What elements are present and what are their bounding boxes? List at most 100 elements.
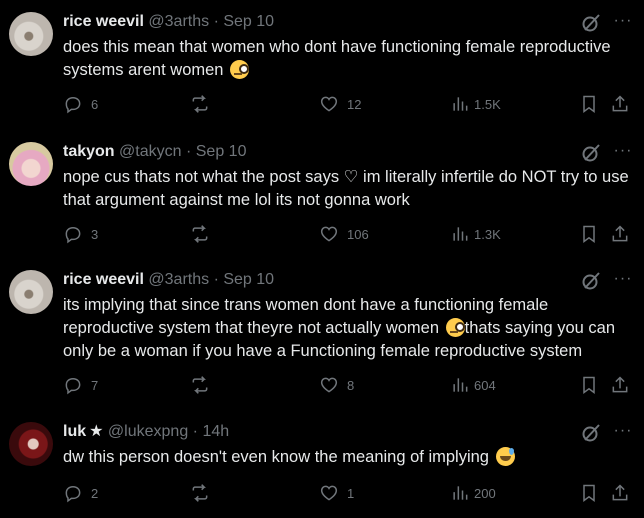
repost-button[interactable]: [190, 223, 218, 245]
bookmark-icon: [583, 376, 595, 394]
bookmark-button[interactable]: [579, 482, 599, 504]
name-badge: ★: [89, 423, 104, 440]
like-count: 8: [347, 377, 355, 393]
avatar[interactable]: [9, 270, 53, 314]
avatar[interactable]: [9, 142, 53, 186]
timestamp[interactable]: Sep 10: [196, 143, 247, 160]
user-handle[interactable]: @lukexpng: [108, 423, 188, 440]
view-count: 1.5K: [474, 96, 501, 112]
separator-dot: ·: [192, 423, 198, 440]
share-button[interactable]: [610, 482, 630, 504]
avatar[interactable]: [9, 12, 53, 56]
like-count: 106: [347, 226, 369, 242]
repost-button[interactable]: [190, 93, 218, 115]
display-name[interactable]: luk: [63, 423, 86, 440]
like-button[interactable]: 106: [319, 223, 369, 245]
views-button[interactable]: 1.5K: [450, 93, 501, 115]
tweet-text: dw this person doesn't even know the mea…: [63, 446, 633, 469]
display-name[interactable]: rice weevil: [63, 271, 144, 288]
share-button[interactable]: [610, 374, 630, 396]
display-name[interactable]: takyon: [63, 143, 115, 160]
more-options-icon[interactable]: ···: [612, 12, 634, 34]
like-count: 12: [347, 96, 362, 112]
grok-icon[interactable]: [580, 142, 602, 164]
analytics-icon: [453, 227, 468, 241]
repost-icon: [192, 484, 208, 502]
like-button[interactable]: 1: [319, 482, 354, 504]
reply-count: 3: [91, 226, 99, 242]
bookmark-button[interactable]: [579, 93, 599, 115]
tweet-header: takyon @takycn · Sep 10: [63, 142, 246, 162]
tweet[interactable]: rice weevil @3arths · Sep 10 ··· does th…: [0, 0, 644, 128]
share-button[interactable]: [610, 223, 630, 245]
repost-button[interactable]: [190, 482, 218, 504]
display-name[interactable]: rice weevil: [63, 13, 144, 30]
bookmark-button[interactable]: [579, 223, 599, 245]
reply-count: 6: [91, 96, 99, 112]
reply-count: 2: [91, 485, 99, 501]
tweet[interactable]: rice weevil @3arths · Sep 10 ··· its imp…: [0, 258, 644, 408]
action-bar: 2 1 200: [60, 482, 640, 504]
avatar[interactable]: [9, 422, 53, 466]
tweet-text: its implying that since trans women dont…: [63, 296, 616, 360]
bookmark-icon: [583, 484, 595, 502]
action-bar: 6 12 1.5K: [60, 93, 640, 115]
views-button[interactable]: 1.3K: [450, 223, 501, 245]
analytics-icon: [453, 486, 468, 500]
like-button[interactable]: 8: [319, 374, 354, 396]
analytics-icon: [453, 378, 468, 392]
action-bar: 3 106 1.3K: [60, 223, 640, 245]
separator-dot: ·: [185, 143, 192, 160]
user-handle[interactable]: @3arths: [148, 271, 209, 288]
share-icon: [612, 225, 628, 242]
reply-button[interactable]: 2: [63, 482, 98, 504]
heart-icon: [320, 485, 338, 501]
like-count: 1: [347, 485, 355, 501]
reply-button[interactable]: 6: [63, 93, 98, 115]
tweet-text: nope cus thats not what the post says ♡ …: [63, 168, 629, 209]
more-options-icon[interactable]: ···: [612, 142, 634, 164]
reply-button[interactable]: 7: [63, 374, 98, 396]
heart-icon: [320, 377, 338, 393]
timestamp[interactable]: Sep 10: [223, 13, 274, 30]
face-with-monocle-emoji: [230, 60, 250, 79]
more-options-icon[interactable]: ···: [612, 270, 634, 292]
repost-icon: [192, 376, 208, 394]
view-count: 200: [474, 485, 496, 501]
user-handle[interactable]: @3arths: [148, 13, 209, 30]
tweet-text: does this mean that women who dont have …: [63, 38, 611, 79]
analytics-icon: [453, 97, 468, 111]
user-handle[interactable]: @takycn: [119, 143, 181, 160]
face-with-monocle-emoji: [445, 318, 465, 337]
share-icon: [612, 95, 628, 112]
repost-button[interactable]: [190, 374, 218, 396]
reply-icon: [65, 377, 81, 395]
action-bar: 7 8 604: [60, 374, 640, 396]
tweet[interactable]: luk ★ @lukexpng · 14h ··· dw this person …: [0, 410, 644, 518]
reply-icon: [65, 96, 81, 114]
tweet[interactable]: takyon @takycn · Sep 10 ··· nope cus tha…: [0, 130, 644, 258]
timestamp[interactable]: Sep 10: [223, 271, 274, 288]
views-button[interactable]: 604: [450, 374, 496, 396]
bookmark-icon: [583, 95, 595, 113]
bookmark-icon: [583, 225, 595, 243]
separator-dot: ·: [213, 13, 219, 30]
reply-count: 7: [91, 377, 99, 393]
tweet-header: luk ★ @lukexpng · 14h: [63, 422, 229, 442]
bookmark-button[interactable]: [579, 374, 599, 396]
views-button[interactable]: 200: [450, 482, 496, 504]
grok-icon[interactable]: [580, 422, 602, 444]
share-button[interactable]: [610, 93, 630, 115]
share-icon: [612, 376, 628, 393]
like-button[interactable]: 12: [319, 93, 361, 115]
more-options-icon[interactable]: ···: [612, 422, 634, 444]
grok-icon[interactable]: [580, 270, 602, 292]
heart-icon: [320, 226, 338, 242]
grok-icon[interactable]: [580, 12, 602, 34]
tweet-header: rice weevil @3arths · Sep 10: [63, 270, 274, 290]
reply-button[interactable]: 3: [63, 223, 98, 245]
heart-icon: [320, 96, 338, 112]
repost-icon: [192, 225, 208, 243]
timestamp[interactable]: 14h: [202, 423, 229, 440]
grinning-face-with-sweat-emoji: [495, 447, 515, 466]
